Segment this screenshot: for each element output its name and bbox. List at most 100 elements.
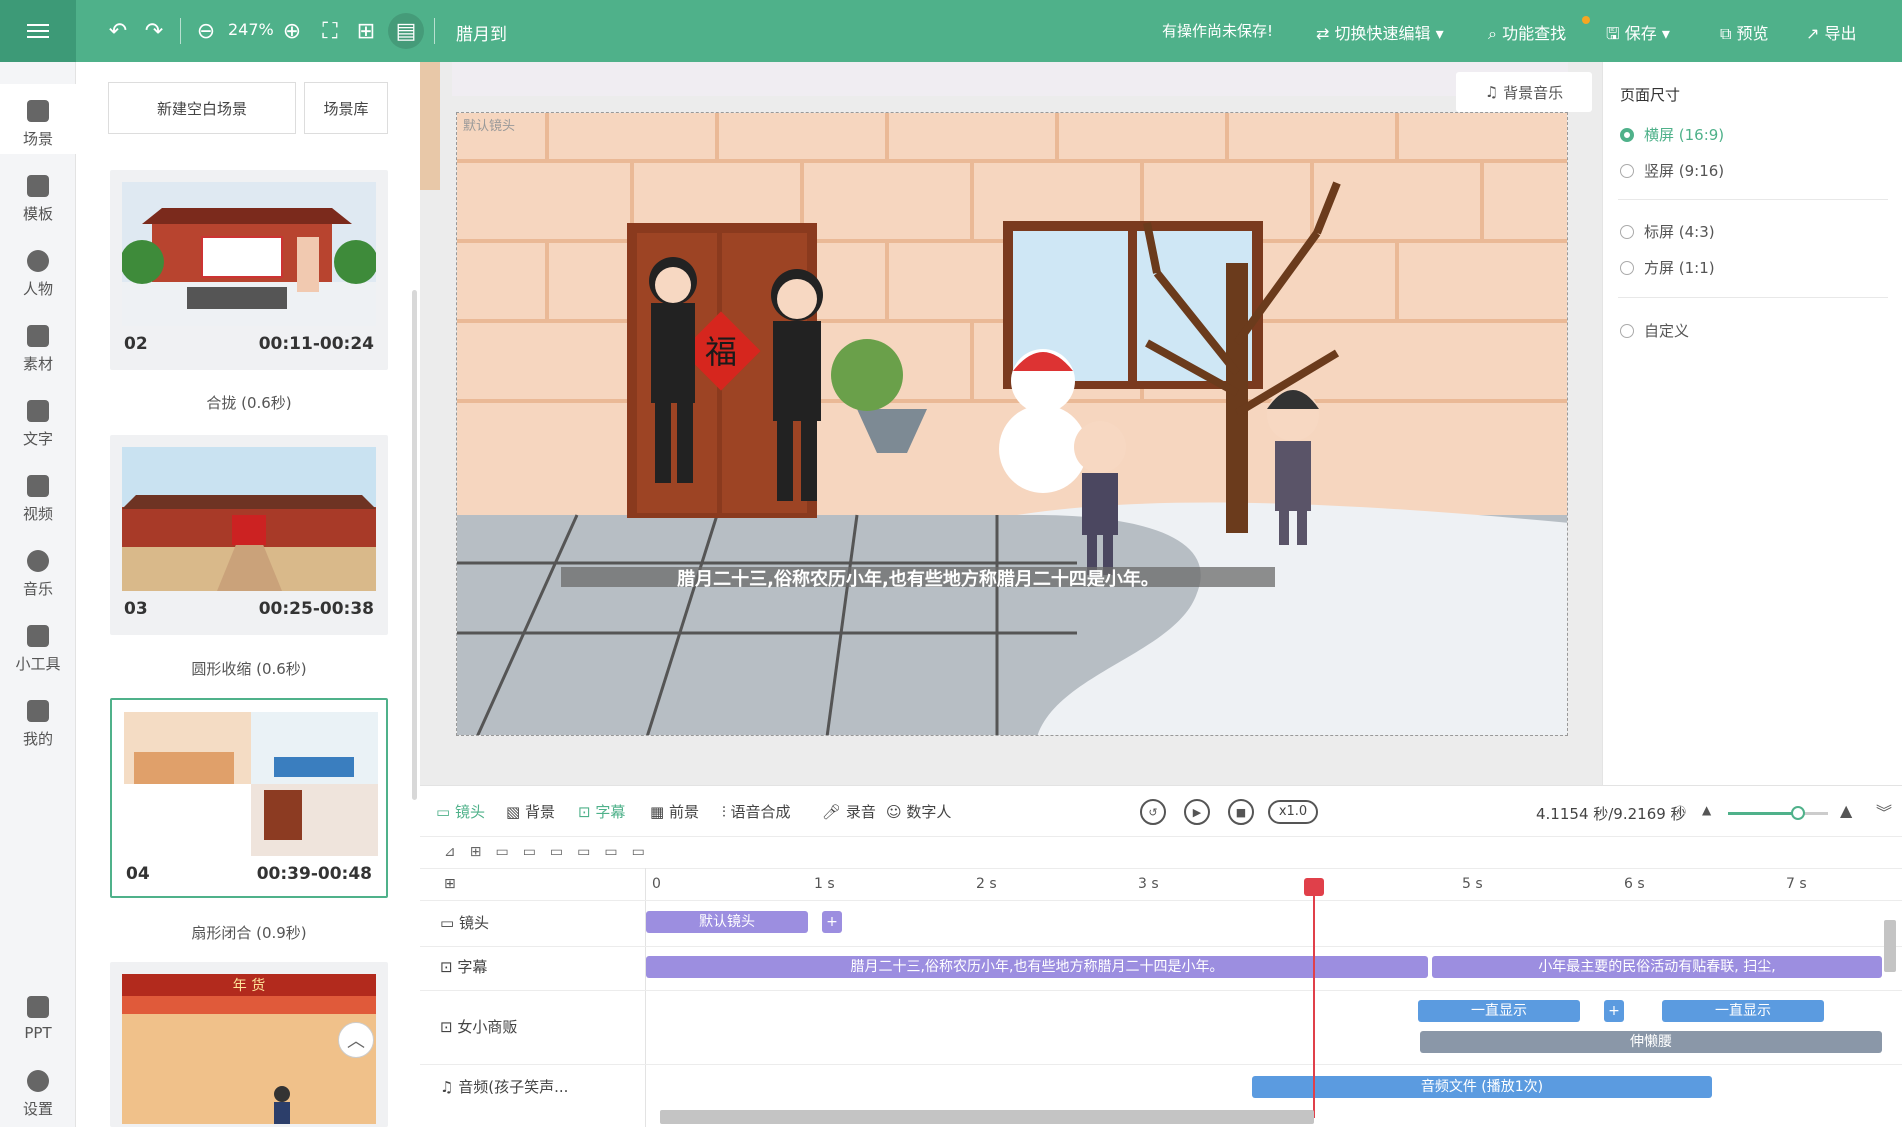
playhead-handle[interactable] [1304,878,1324,896]
subtitle-clip[interactable]: 小年最主要的民俗活动有贴春联, 扫尘, [1432,956,1882,978]
animation-clip[interactable]: 伸懒腰 [1420,1031,1882,1053]
feature-search-button[interactable]: ⌕ 功能查找 [1488,20,1566,44]
rewind-icon[interactable]: ↺ [1140,799,1166,825]
stop-icon[interactable]: ■ [1228,799,1254,825]
zoom-large-icon[interactable]: ▲ [1840,801,1852,820]
audio-clip[interactable]: 音频文件 (播放1次) [1252,1076,1712,1098]
transition-label[interactable]: 合拢 (0.6秒) [110,392,388,413]
scene-number: 02 [124,334,148,354]
scene-thumbnail [124,712,378,856]
nav-toolbox[interactable]: 小工具 [0,609,76,679]
track-audio: ♫ 音频(孩子笑声... [440,1078,569,1096]
action-clip[interactable]: 一直显示 [1662,1000,1824,1022]
save-button[interactable]: 🖫 保存 ▾ [1606,20,1670,50]
scene-card[interactable]: 02 00:11-00:24 [110,170,388,370]
nav-ppt[interactable]: PPT [0,980,76,1050]
timeline-h-scrollbar[interactable] [660,1110,1314,1124]
toolbox-icon [27,625,49,647]
grid-icon[interactable]: ⊞ [444,876,456,892]
timeline-tools[interactable]: ⊿⊞▭▭▭▭▭▭ [444,844,659,860]
nav-scene[interactable]: 场景 [0,84,76,154]
collapse-timeline-icon[interactable]: ︾ [1876,799,1892,823]
zoom-small-icon[interactable]: ▲ [1702,803,1711,817]
nav-text[interactable]: 文字 [0,384,76,454]
subtitle-overlay[interactable]: 腊月二十三,俗称农历小年,也有些地方称腊月二十四是小年。 [677,568,1159,590]
undo-icon[interactable]: ↶ [104,17,132,45]
unsaved-notice: 有操作尚未保存! [1162,22,1274,40]
nav-person[interactable]: 人物 [0,234,76,304]
scroll-top-button[interactable]: ︿ [338,1022,374,1058]
scene-thumbnail [122,447,376,591]
action-clip[interactable]: 一直显示 [1418,1000,1580,1022]
play-icon[interactable]: ▶ [1184,799,1210,825]
transition-label[interactable]: 扇形闭合 (0.9秒) [110,922,388,943]
zoom-in-icon[interactable]: ⊕ [278,17,306,45]
redo-icon[interactable]: ↷ [140,17,168,45]
prev-scene-edge [420,62,440,190]
tab-shot[interactable]: ▭ 镜头 [436,801,485,822]
subtitle-clip[interactable]: 腊月二十三,俗称农历小年,也有些地方称腊月二十四是小年。 [646,956,1428,978]
export-icon: ↗ [1806,24,1820,43]
left-nav: 场景 模板 人物 素材 文字 视频 音乐 小工具 我的 PPT 设置 [0,62,76,1127]
default-shot-label: 默认镜头 [463,119,516,134]
fit-size-icon[interactable]: ⊞ [352,17,380,45]
menu-button[interactable] [0,0,76,62]
nav-video[interactable]: 视频 [0,459,76,529]
stage[interactable]: 福 腊月二十三,俗称农历小年,也有些地方称腊月二十四是小年。 默认镜头 [456,112,1568,736]
tab-tts[interactable]: ⫶ 语音合成 [722,801,791,822]
save-label: 保存 [1624,24,1657,43]
ruler-tick: 6 s [1624,876,1645,892]
tab-record[interactable]: 🎤︎ 录音 [822,801,876,822]
tab-foreground[interactable]: ▦ 前景 [650,801,699,822]
radio-square[interactable]: 方屏 (1:1) [1620,257,1715,278]
text-icon [27,400,49,422]
zoom-level: 247% [228,20,274,39]
shot-clip[interactable]: 默认镜头 [646,911,808,933]
add-shot-button[interactable]: + [822,911,842,933]
ruler-tick: 5 s [1462,876,1483,892]
timeline-v-scrollbar[interactable] [1884,920,1896,972]
playhead[interactable] [1313,878,1315,1118]
scene-card[interactable]: 年 货 ︿ [110,962,388,1127]
nav-template[interactable]: 模板 [0,159,76,229]
scene-card-selected[interactable]: 04 00:39-00:48 [110,698,388,898]
new-blank-scene-button[interactable]: 新建空白场景 [108,82,296,134]
ruler-tick: 1 s [814,876,835,892]
nav-music[interactable]: 音乐 [0,534,76,604]
radio-custom[interactable]: 自定义 [1620,320,1689,341]
prev-scene-strip [452,62,1568,96]
save-icon: 🖫 [1606,24,1620,43]
material-icon [27,325,49,347]
timeline-zoom-slider[interactable] [1728,806,1828,820]
nav-settings[interactable]: 设置 [0,1054,76,1124]
scene-library-button[interactable]: 场景库 [304,82,388,134]
speed-button[interactable]: x1.0 [1268,800,1318,824]
tab-background[interactable]: ▧ 背景 [506,801,555,822]
scene-time: 00:11-00:24 [258,334,374,354]
template-icon [27,175,49,197]
nav-material[interactable]: 素材 [0,309,76,379]
transition-label[interactable]: 圆形收缩 (0.6秒) [110,658,388,679]
radio-landscape[interactable]: 横屏 (16:9) [1620,124,1724,145]
slider-knob[interactable] [1791,806,1805,820]
tab-subtitle[interactable]: ⊡ 字幕 [578,801,625,822]
shop-sign: 年 货 [233,977,265,994]
keyboard-icon[interactable]: ▤ [388,13,424,49]
project-title[interactable]: 腊月到 [456,20,507,45]
quick-edit-button[interactable]: ⇄ 切换快速编辑 ▾ [1316,20,1444,44]
tab-digital-human[interactable]: ☺ 数字人 [886,801,951,822]
zoom-out-icon[interactable]: ⊖ [192,17,220,45]
export-button[interactable]: ↗ 导出 [1806,20,1857,44]
bg-music-button[interactable]: ♫ 背景音乐 [1456,72,1592,112]
radio-portrait[interactable]: 竖屏 (9:16) [1620,160,1724,181]
preview-button[interactable]: ⧉ 预览 [1720,20,1769,44]
scene-number: 04 [126,864,150,884]
track-shot: ▭ 镜头 [440,914,489,932]
radio-standard[interactable]: 标屏 (4:3) [1620,221,1715,242]
help-icon[interactable]: ⓘ [1674,803,1686,820]
add-action-button[interactable]: + [1604,1000,1624,1022]
nav-mine[interactable]: 我的 [0,684,76,754]
fullscreen-icon[interactable]: ⛶ [316,17,344,45]
scene-card[interactable]: 03 00:25-00:38 [110,435,388,635]
scene-panel-scrollbar[interactable] [412,290,417,800]
